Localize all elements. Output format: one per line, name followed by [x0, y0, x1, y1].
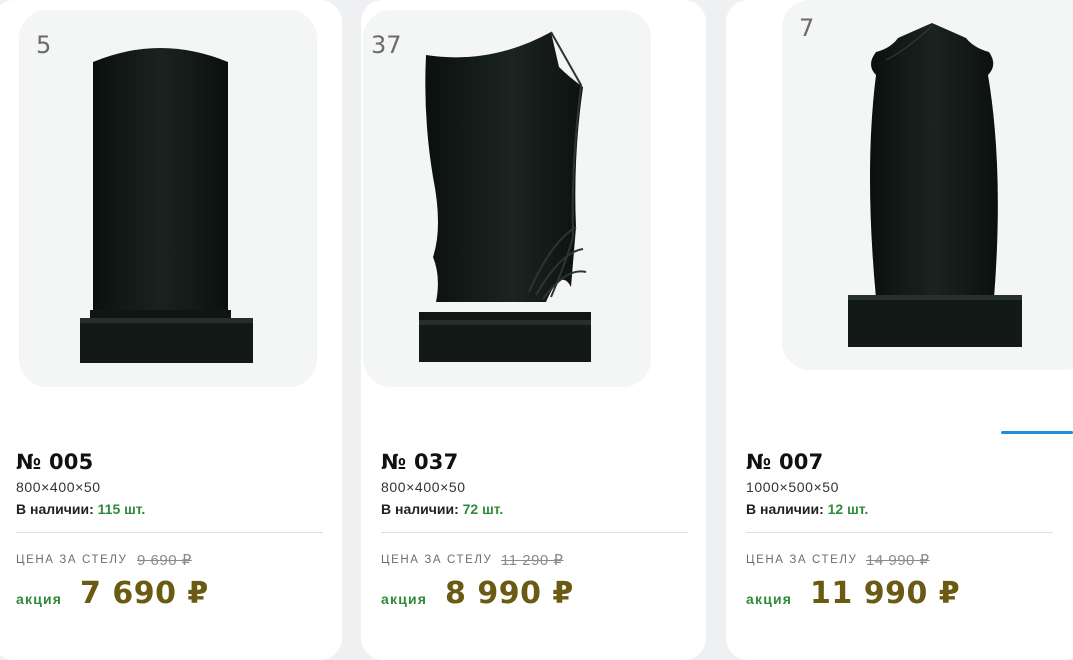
model-number-badge: 5: [36, 31, 52, 59]
stock-label: В наличии:: [381, 501, 459, 517]
stock-quantity: 115 шт.: [97, 501, 146, 517]
promo-label: акция: [16, 591, 63, 607]
monument-image: [80, 48, 253, 363]
stock-quantity: 12 шт.: [827, 501, 869, 517]
model-number-badge: 7: [799, 14, 815, 42]
stock-quantity: 72 шт.: [462, 501, 504, 517]
price-label: ЦЕНА ЗА СТЕЛУ: [746, 554, 858, 566]
product-dimensions: 800×400×50: [381, 479, 466, 495]
promo-price: 11 990 ₽: [810, 576, 961, 611]
divider: [381, 532, 688, 533]
stock-info: В наличии: 72 шт.: [381, 501, 503, 517]
stock-info: В наличии: 12 шт.: [746, 501, 868, 517]
promo-label: акция: [381, 591, 428, 607]
monument-image: [419, 31, 591, 362]
monument-image: [848, 23, 1022, 347]
model-number-badge: 37: [371, 31, 402, 59]
old-price: 9 690 ₽: [137, 552, 192, 569]
scroll-indicator[interactable]: [1001, 431, 1073, 434]
price-label: ЦЕНА ЗА СТЕЛУ: [16, 554, 128, 566]
stock-label: В наличии:: [746, 501, 824, 517]
old-price: 11 290 ₽: [501, 552, 564, 569]
price-label: ЦЕНА ЗА СТЕЛУ: [381, 554, 493, 566]
divider: [746, 532, 1053, 533]
divider: [16, 532, 323, 533]
product-title[interactable]: № 007: [746, 450, 823, 474]
product-dimensions: 800×400×50: [16, 479, 101, 495]
old-price: 14 990 ₽: [866, 552, 930, 569]
stock-info: В наличии: 115 шт.: [16, 501, 145, 517]
product-dimensions: 1000×500×50: [746, 479, 840, 495]
product-title[interactable]: № 037: [381, 450, 458, 474]
product-title[interactable]: № 005: [16, 450, 93, 474]
product-card[interactable]: 37 № 037 800×400×50 В наличии: 72 шт. ЦЕ…: [361, 0, 706, 660]
promo-price: 8 990 ₽: [445, 576, 574, 611]
promo-price: 7 690 ₽: [80, 576, 209, 611]
product-card[interactable]: 5 № 005 800×400×50 В наличии: 115 шт. ЦЕ…: [0, 0, 342, 660]
stock-label: В наличии:: [16, 501, 94, 517]
promo-label: акция: [746, 591, 793, 607]
product-card[interactable]: 7 № 007 1000×500×50 В наличии: 12 шт. ЦЕ…: [726, 0, 1073, 660]
